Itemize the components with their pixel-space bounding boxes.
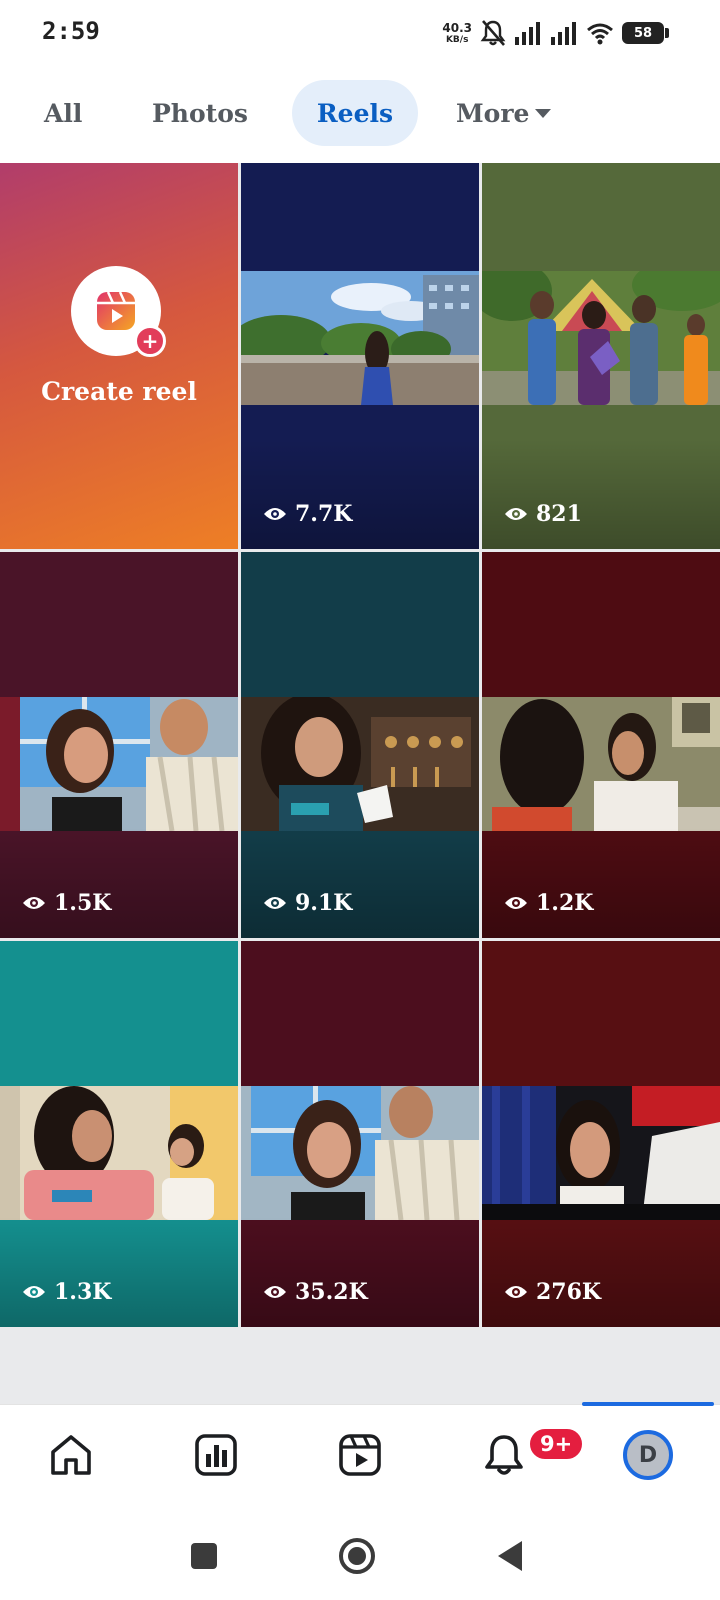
dashboard-icon: [195, 1434, 237, 1476]
reel-tile[interactable]: 1.5K: [0, 552, 238, 938]
system-navigation-bar: [0, 1512, 720, 1600]
tile-shade: [241, 439, 479, 549]
tile-shade: [241, 828, 479, 938]
circle-icon: [339, 1538, 375, 1574]
view-count: 1.2K: [504, 890, 593, 916]
caret-down-icon: [535, 108, 552, 118]
tile-shade: [241, 1217, 479, 1327]
eye-icon: [505, 508, 527, 520]
notifications-button[interactable]: [468, 1419, 540, 1491]
tab-more[interactable]: More: [456, 80, 552, 146]
reels-grid: + Create reel 7.7K 821 1.5K 9.1K 1.2K 1.…: [0, 163, 720, 1404]
eye-icon: [23, 897, 45, 909]
tile-shade: [0, 1217, 238, 1327]
bottom-navigation: 9+ D: [0, 1402, 720, 1512]
tile-shade: [0, 828, 238, 938]
avatar: D: [623, 1430, 673, 1480]
view-count: 9.1K: [263, 890, 352, 916]
view-count: 276K: [504, 1279, 601, 1305]
view-count: 821: [504, 501, 582, 527]
eye-icon: [264, 508, 286, 520]
view-count-value: 821: [536, 501, 582, 527]
profile-button[interactable]: D: [612, 1419, 684, 1491]
view-count-value: 1.3K: [54, 1279, 112, 1305]
status-bar: 2:59 40.3 KB/s 58: [0, 0, 720, 66]
create-reel-label: Create reel: [41, 377, 197, 406]
square-icon: [191, 1543, 217, 1569]
tab-reels[interactable]: Reels: [292, 80, 418, 146]
system-home-button[interactable]: [333, 1532, 381, 1580]
view-count-value: 1.2K: [536, 890, 594, 916]
bell-muted-icon: [480, 20, 506, 46]
reels-button[interactable]: [324, 1419, 396, 1491]
view-count-value: 7.7K: [295, 501, 353, 527]
recent-apps-button[interactable]: [180, 1532, 228, 1580]
eye-icon: [264, 897, 286, 909]
system-back-button[interactable]: [486, 1532, 534, 1580]
reel-thumbnail: [241, 271, 479, 405]
active-tab-indicator: [582, 1402, 714, 1406]
tile-shade: [482, 828, 720, 938]
back-triangle-icon: [498, 1541, 522, 1571]
network-speed-value: 40.3: [442, 20, 472, 35]
home-button[interactable]: [35, 1419, 107, 1491]
reel-tile[interactable]: 35.2K: [241, 941, 479, 1327]
view-count-value: 9.1K: [295, 890, 353, 916]
signal-icon: [515, 22, 540, 45]
wifi-icon: [587, 23, 613, 45]
content-filter-tabs: All Photos Reels More: [0, 80, 720, 146]
status-time: 2:59: [42, 17, 100, 45]
view-count: 1.5K: [22, 890, 111, 916]
view-count-value: 1.5K: [54, 890, 112, 916]
reel-tile[interactable]: 1.2K: [482, 552, 720, 938]
create-reel-tile[interactable]: + Create reel: [0, 163, 238, 549]
tab-photos[interactable]: Photos: [152, 80, 248, 146]
eye-icon: [505, 1286, 527, 1298]
reel-thumbnail: [482, 1086, 720, 1220]
network-speed-unit: KB/s: [445, 34, 469, 45]
eye-icon: [23, 1286, 45, 1298]
eye-icon: [264, 1286, 286, 1298]
eye-icon: [505, 897, 527, 909]
reel-thumbnail: [482, 271, 720, 405]
professional-dashboard-button[interactable]: [180, 1419, 252, 1491]
reel-tile[interactable]: 276K: [482, 941, 720, 1327]
view-count-value: 276K: [536, 1279, 602, 1305]
reel-thumbnail: [0, 697, 238, 831]
view-count: 35.2K: [263, 1279, 368, 1305]
network-speed: 40.3 KB/s: [442, 22, 472, 45]
reel-tile[interactable]: 1.3K: [0, 941, 238, 1327]
reels-icon: [339, 1434, 381, 1476]
view-count-value: 35.2K: [295, 1279, 368, 1305]
battery-icon: 58: [622, 22, 669, 44]
reel-thumbnail: [482, 697, 720, 831]
notifications-badge: 9+: [528, 1427, 585, 1461]
reel-tile[interactable]: 821: [482, 163, 720, 549]
bell-icon: [485, 1435, 523, 1475]
home-icon: [51, 1435, 91, 1475]
tab-all[interactable]: All: [44, 80, 82, 146]
status-icons: 40.3 KB/s 58: [442, 16, 669, 50]
reel-thumbnail: [241, 697, 479, 831]
reel-tile[interactable]: 7.7K: [241, 163, 479, 549]
reel-thumbnail: [0, 1086, 238, 1220]
tab-more-label: More: [456, 98, 530, 128]
reel-tile[interactable]: 9.1K: [241, 552, 479, 938]
view-count: 7.7K: [263, 501, 352, 527]
view-count: 1.3K: [22, 1279, 111, 1305]
tile-shade: [482, 439, 720, 549]
signal-icon: [551, 22, 576, 45]
reel-thumbnail: [241, 1086, 479, 1220]
plus-icon: +: [134, 325, 166, 357]
tile-shade: [482, 1217, 720, 1327]
